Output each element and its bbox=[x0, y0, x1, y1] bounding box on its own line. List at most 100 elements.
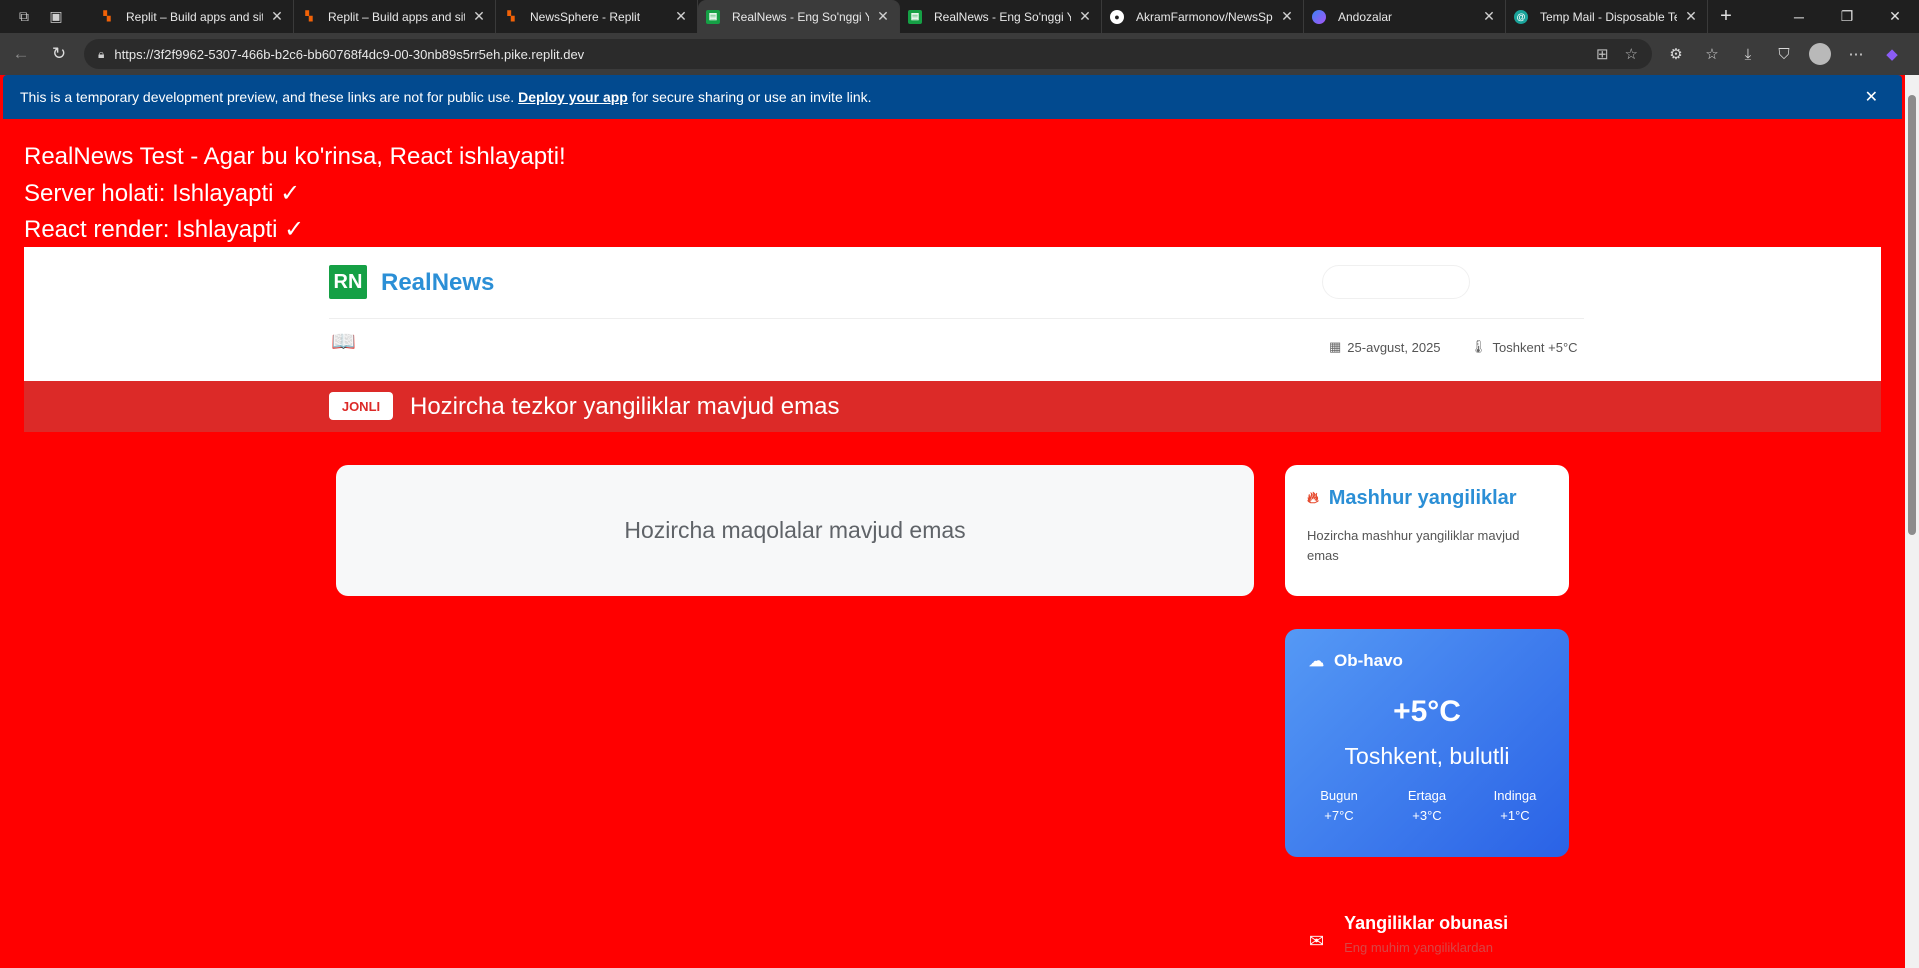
replit-icon: ▚ bbox=[507, 11, 515, 21]
logo-mark[interactable]: RN bbox=[329, 265, 367, 299]
book-icon[interactable]: 📖 bbox=[331, 329, 356, 354]
browser-essentials-icon[interactable]: ⛉ bbox=[1766, 37, 1802, 71]
header-date: ▦ 25-avgust, 2025 bbox=[1329, 339, 1441, 355]
realnews-icon: ▤ bbox=[908, 9, 922, 24]
forecast-day: Bugun +7°C bbox=[1309, 786, 1369, 826]
browser-tab[interactable]: ▚ Replit – Build apps and sites ✕ bbox=[294, 0, 496, 33]
url-text: https://3f2f9962-5307-466b-b2c6-bb60768f… bbox=[114, 46, 585, 62]
extensions-icon[interactable]: ⚙ bbox=[1658, 37, 1694, 71]
forecast-day: Ertaga +3°C bbox=[1397, 786, 1457, 826]
close-tab-icon[interactable]: ✕ bbox=[875, 8, 891, 25]
close-tab-icon[interactable]: ✕ bbox=[1279, 8, 1295, 25]
cloud-icon: ☁︎ bbox=[1309, 653, 1324, 670]
weather-description: Toshkent, bulutli bbox=[1344, 743, 1510, 769]
weather-temperature: +5°C bbox=[1393, 695, 1461, 728]
breaking-news-text: Hozircha tezkor yangiliklar mavjud emas bbox=[410, 393, 840, 420]
newsletter-subscribe: ✉︎ Yangiliklar obunasi Eng muhim yangili… bbox=[1309, 913, 1508, 955]
forecast-day-label: Bugun bbox=[1320, 788, 1358, 803]
popular-empty-text: Hozircha mashhur yangiliklar mavjud emas bbox=[1307, 528, 1520, 563]
weather-forecast: Bugun +7°C Ertaga +3°C Indinga +1°C bbox=[1309, 786, 1545, 826]
tab-title: Replit – Build apps and sites bbox=[126, 9, 263, 24]
newsletter-title: Yangiliklar obunasi bbox=[1344, 913, 1509, 933]
weather-card: ☁︎ Ob-havo +5°C Toshkent, bulutli Bugun … bbox=[1285, 629, 1569, 857]
downloads-icon[interactable]: ⤓ bbox=[1730, 37, 1766, 71]
browser-tab[interactable]: Andozalar ✕ bbox=[1304, 0, 1506, 33]
close-tab-icon[interactable]: ✕ bbox=[673, 8, 689, 25]
app-available-icon[interactable]: ⊞ bbox=[1596, 45, 1609, 63]
tab-strip: ▚ Replit – Build apps and sites ✕ ▚ Repl… bbox=[92, 0, 1708, 33]
articles-empty-text: Hozircha maqolalar mavjud emas bbox=[624, 517, 966, 543]
more-menu-icon[interactable]: ⋯ bbox=[1838, 37, 1874, 71]
forecast-day: Indinga +1°C bbox=[1485, 786, 1545, 826]
header-weather: 🌡︎ Toshkent +5°C bbox=[1470, 339, 1578, 355]
deploy-app-link[interactable]: Deploy your app bbox=[518, 89, 628, 105]
fire-icon: 🔥︎ bbox=[1307, 489, 1319, 507]
tempmail-icon: @ bbox=[1514, 9, 1528, 24]
browser-tab[interactable]: ● AkramFarmonov/NewsSphere ✕ bbox=[1102, 0, 1304, 33]
mail-icon: ✉︎ bbox=[1309, 931, 1325, 951]
realnews-icon: ▤ bbox=[706, 9, 720, 24]
browser-tab[interactable]: ▤ RealNews - Eng So'nggi Yangiliklar ✕ bbox=[900, 0, 1102, 33]
browser-tab[interactable]: @ Temp Mail - Disposable Temporary Email… bbox=[1506, 0, 1708, 33]
scrollbar-thumb[interactable] bbox=[1908, 95, 1916, 535]
favorite-star-icon[interactable]: ☆ bbox=[1625, 45, 1638, 63]
browser-tab[interactable]: ▚ NewsSphere - Replit ✕ bbox=[496, 0, 698, 33]
browser-tab-active[interactable]: ▤ RealNews - Eng So'nggi Yangiliklar ✕ bbox=[698, 0, 900, 33]
search-input[interactable] bbox=[1322, 265, 1470, 299]
minimize-icon[interactable]: ─ bbox=[1775, 0, 1823, 33]
debug-line-render: React render: Ishlayapti ✓ bbox=[24, 216, 305, 243]
close-tab-icon[interactable]: ✕ bbox=[1683, 8, 1699, 25]
calendar-icon: ▦ bbox=[1329, 339, 1342, 354]
url-bar[interactable]: 🔒︎ https://3f2f9962-5307-466b-b2c6-bb607… bbox=[84, 39, 1652, 69]
weather-short-text: Toshkent +5°C bbox=[1492, 339, 1578, 355]
close-banner-icon[interactable]: ✕ bbox=[1865, 87, 1878, 107]
newsletter-text: Yangiliklar obunasi Eng muhim yangilikla… bbox=[1344, 913, 1508, 955]
tab-actions-icon[interactable]: ▣ bbox=[40, 0, 72, 33]
forecast-day-label: Ertaga bbox=[1407, 788, 1447, 803]
live-badge: JONLI bbox=[329, 392, 393, 420]
close-tab-icon[interactable]: ✕ bbox=[1481, 8, 1497, 25]
logo-text[interactable]: RealNews bbox=[381, 269, 494, 297]
replit-icon: ▚ bbox=[305, 11, 313, 21]
page-scrollbar[interactable] bbox=[1905, 75, 1919, 968]
tab-title: AkramFarmonov/NewsSphere bbox=[1136, 9, 1273, 24]
site-info-icon[interactable]: 🔒︎ bbox=[98, 47, 104, 62]
window-controls: ─ ❐ ✕ bbox=[1775, 0, 1919, 33]
workspaces-icon[interactable]: ⧉ bbox=[8, 0, 40, 33]
close-tab-icon[interactable]: ✕ bbox=[1077, 8, 1093, 25]
close-window-icon[interactable]: ✕ bbox=[1871, 0, 1919, 33]
popular-title: 🔥︎ Mashhur yangiliklar bbox=[1307, 487, 1547, 510]
thermometer-icon: 🌡︎ bbox=[1470, 339, 1487, 354]
forecast-day-temp: +7°C bbox=[1324, 808, 1354, 823]
favorites-icon[interactable]: ☆ bbox=[1694, 37, 1730, 71]
tab-title: NewsSphere - Replit bbox=[530, 9, 641, 24]
page-viewport: This is a temporary development preview,… bbox=[0, 75, 1919, 968]
dev-preview-banner: This is a temporary development preview,… bbox=[3, 75, 1902, 119]
tab-title: Replit – Build apps and sites bbox=[328, 9, 465, 24]
banner-text: This is a temporary development preview,… bbox=[20, 89, 515, 105]
copilot-icon[interactable]: ◆ bbox=[1874, 37, 1910, 71]
back-icon[interactable]: ← bbox=[4, 37, 38, 71]
tab-title: RealNews - Eng So'nggi Yangiliklar bbox=[934, 9, 1071, 24]
browser-tab[interactable]: ▚ Replit – Build apps and sites ✕ bbox=[92, 0, 294, 33]
articles-empty-card: Hozircha maqolalar mavjud emas bbox=[336, 465, 1254, 596]
weather-title: ☁︎ Ob-havo bbox=[1309, 651, 1545, 671]
github-icon: ● bbox=[1110, 9, 1124, 24]
forecast-day-label: Indinga bbox=[1493, 788, 1537, 803]
browser-tabbar: ⧉ ▣ ▚ Replit – Build apps and sites ✕ ▚ … bbox=[0, 0, 1919, 33]
close-tab-icon[interactable]: ✕ bbox=[269, 8, 285, 25]
popular-news-card: 🔥︎ Mashhur yangiliklar Hozircha mashhur … bbox=[1285, 465, 1569, 596]
copilot-icon bbox=[1312, 9, 1326, 24]
new-tab-icon[interactable]: + bbox=[1708, 5, 1744, 28]
profile-avatar[interactable] bbox=[1802, 37, 1838, 71]
header-divider bbox=[329, 318, 1584, 319]
restore-icon[interactable]: ❐ bbox=[1823, 0, 1871, 33]
tab-title: Andozalar bbox=[1338, 9, 1393, 24]
debug-line-react: RealNews Test - Agar bu ko'rinsa, React … bbox=[24, 143, 566, 170]
forecast-day-temp: +3°C bbox=[1412, 808, 1442, 823]
refresh-icon[interactable]: ↻ bbox=[42, 37, 76, 71]
replit-icon: ▚ bbox=[103, 11, 111, 21]
browser-tools: ⚙ ☆ ⤓ ⛉ ⋯ ◆ bbox=[1658, 37, 1910, 71]
site-header: RN RealNews 📖 ▦ 25-avgust, 2025 🌡︎ Toshk… bbox=[24, 247, 1881, 381]
close-tab-icon[interactable]: ✕ bbox=[471, 8, 487, 25]
